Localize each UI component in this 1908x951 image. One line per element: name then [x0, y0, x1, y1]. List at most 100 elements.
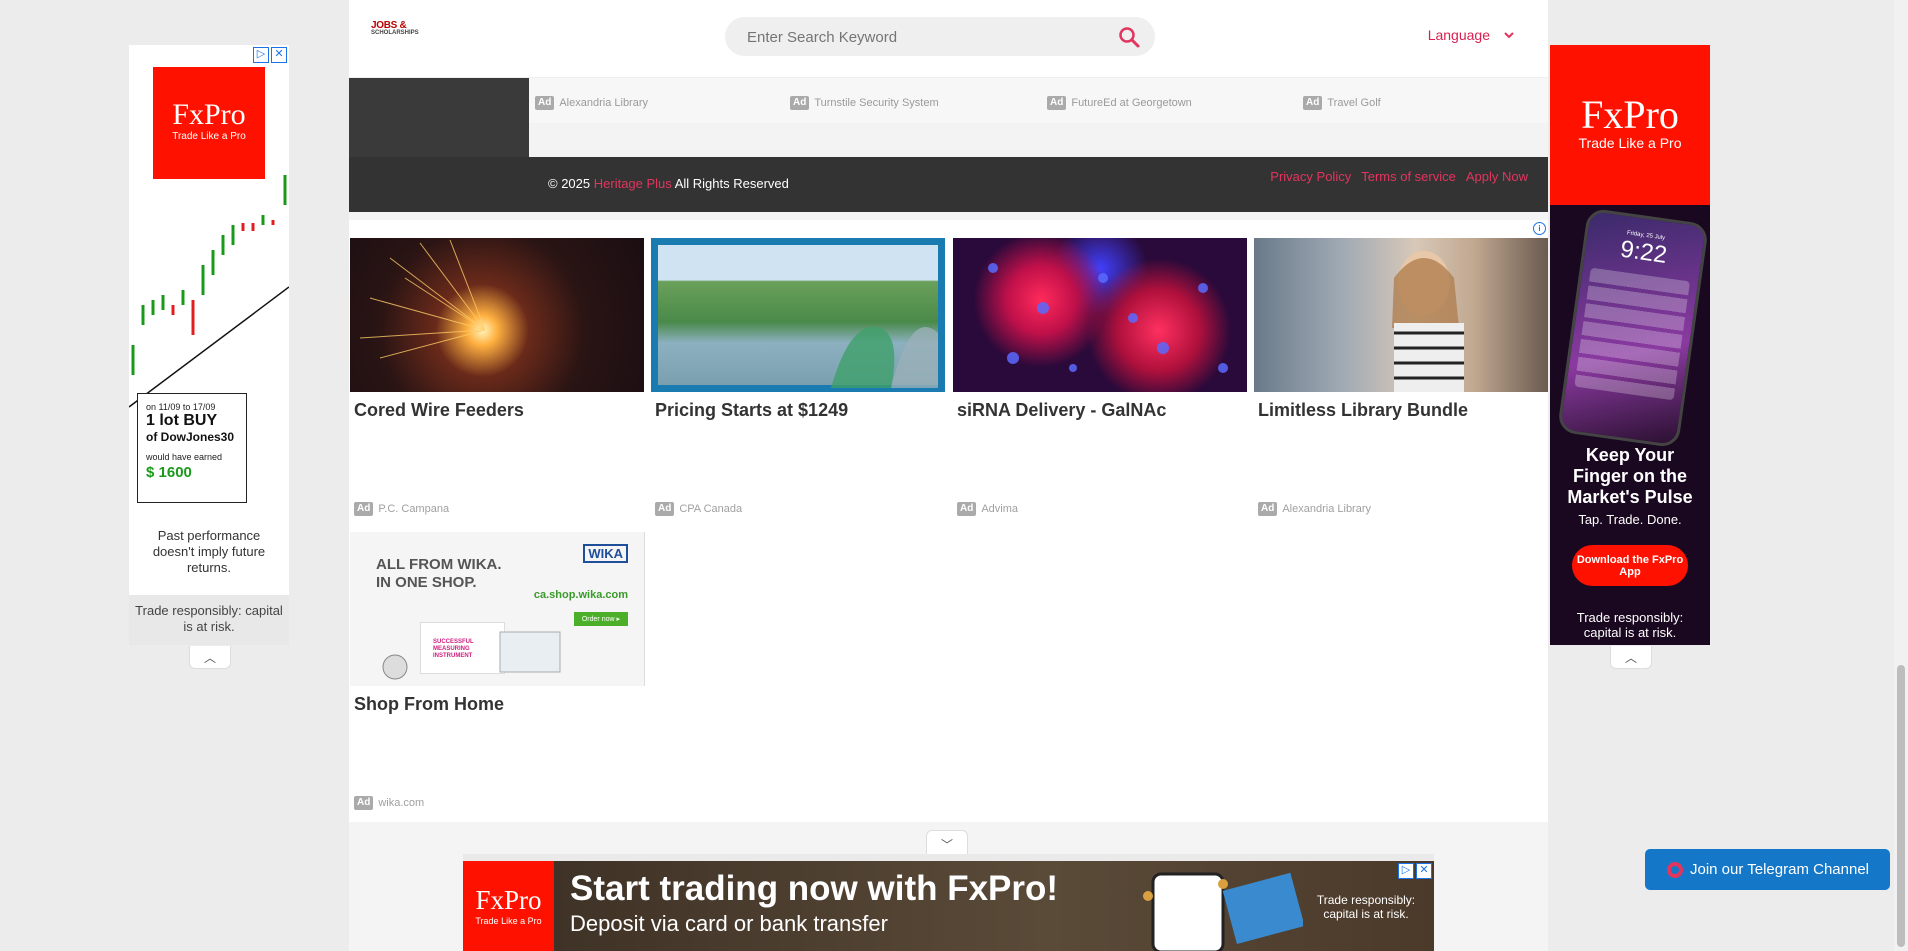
- fxpro-logo: FxPro Trade Like a Pro: [463, 861, 554, 951]
- ad-source: Ad Alexandria Library: [1258, 502, 1371, 516]
- phone-mockup: Friday, 25 July 9:22: [1556, 207, 1710, 449]
- date-range: on 11/09 to 17/09: [146, 402, 216, 412]
- sponsored-link-label: Turnstile Security System: [814, 97, 939, 109]
- download-app-button[interactable]: Download the FxPro App: [1572, 545, 1688, 586]
- ad-image-cells: [953, 238, 1247, 392]
- brand-link[interactable]: Heritage Plus: [594, 176, 672, 191]
- earnings-box: on 11/09 to 17/09 1 lot BUY of DowJones3…: [137, 393, 247, 503]
- apply-now-link[interactable]: Apply Now: [1466, 169, 1528, 184]
- search-bar: [725, 17, 1155, 56]
- ad-source: Ad Advima: [957, 502, 1018, 516]
- close-icon[interactable]: ✕: [271, 47, 287, 63]
- sponsored-band: [529, 123, 1548, 157]
- privacy-policy-link[interactable]: Privacy Policy: [1270, 169, 1351, 184]
- would-have-label: would have earned: [146, 452, 223, 462]
- ad-badge: Ad: [354, 796, 374, 810]
- ad-badge: Ad: [354, 502, 374, 516]
- ad-image-canal: [651, 238, 945, 392]
- lot-label: 1 lot BUY: [146, 412, 218, 429]
- scrollbar-thumb[interactable]: [1897, 665, 1905, 947]
- fxpro-tagline: Trade Like a Pro: [1578, 135, 1682, 151]
- bottom-ad-headline: Start trading now with FxPro!: [570, 869, 1059, 908]
- bottom-ad-frame: [463, 854, 1434, 861]
- chevron-down-icon: [1504, 32, 1514, 39]
- fxpro-logo: FxPro Trade Like a Pro: [1550, 45, 1710, 205]
- ad-title: Pricing Starts at $1249: [655, 400, 849, 420]
- fxpro-tagline: Trade Like a Pro: [475, 916, 542, 926]
- ad-image-wika: WIKA ALL FROM WIKA. IN ONE SHOP. ca.shop…: [350, 532, 645, 686]
- ad-image-student: [1254, 238, 1548, 392]
- copyright-prefix: © 2025: [548, 176, 591, 191]
- ad-card[interactable]: WIKA ALL FROM WIKA. IN ONE SHOP. ca.shop…: [350, 532, 645, 810]
- ad-choices[interactable]: ▷ ✕: [1398, 863, 1432, 879]
- page-scrollbar[interactable]: [1894, 0, 1908, 951]
- site-logo[interactable]: JOBS & SCHOLARSHIPS: [371, 20, 431, 50]
- right-side-ad[interactable]: ▷ ✕ FxPro Trade Like a Pro Friday, 25 Ju…: [1550, 45, 1710, 645]
- sponsored-link-label: FutureEd at Georgetown: [1071, 97, 1192, 109]
- ad-source-label: Advima: [981, 503, 1019, 515]
- ad-source-label: Alexandria Library: [1282, 503, 1371, 515]
- sponsored-link[interactable]: Ad FutureEd at Georgetown: [1047, 96, 1192, 110]
- ad-badge: Ad: [535, 96, 555, 110]
- bottom-banner-ad[interactable]: FxPro Trade Like a Pro Start trading now…: [463, 861, 1434, 951]
- ad-choices-icon[interactable]: ▷: [1398, 863, 1414, 879]
- chevron-down-icon: ﹀: [940, 837, 953, 852]
- ad-card[interactable]: Cored Wire Feeders Ad P.C. Campana: [350, 238, 644, 516]
- footer-links: Privacy Policy Terms of service Apply No…: [1270, 169, 1528, 184]
- ad-image-welding: [350, 238, 644, 392]
- ad-choices[interactable]: ▷ ✕: [253, 47, 287, 63]
- fxpro-brand: FxPro: [1581, 92, 1679, 137]
- language-selector[interactable]: Language: [1428, 27, 1514, 43]
- ad-badge: Ad: [1047, 96, 1067, 110]
- ad-source-label: wika.com: [378, 797, 425, 809]
- ad-card[interactable]: Limitless Library Bundle Ad Alexandria L…: [1254, 238, 1548, 516]
- ad-card[interactable]: siRNA Delivery - GalNAc Ad Advima: [953, 238, 1247, 516]
- ad-badge: Ad: [957, 502, 977, 516]
- chevron-up-icon: ︿: [203, 650, 216, 665]
- sponsored-link[interactable]: Ad Alexandria Library: [535, 96, 648, 110]
- instrument-label: of DowJones30: [146, 430, 235, 444]
- telegram-icon: [1667, 861, 1683, 878]
- join-telegram-button[interactable]: Join our Telegram Channel: [1645, 849, 1890, 890]
- copyright: © 2025 Heritage Plus All Rights Reserved: [548, 176, 789, 191]
- phone-notifications: [1574, 267, 1691, 401]
- risk-warning: Trade responsibly: capital is at risk.: [1576, 610, 1684, 640]
- chevron-up-icon: ︿: [1624, 650, 1637, 665]
- logo-line2: SCHOLARSHIPS: [371, 30, 419, 36]
- ad-source-label: CPA Canada: [679, 503, 743, 515]
- language-label: Language: [1427, 27, 1490, 43]
- left-side-ad[interactable]: ▷ ✕ FxPro Trade Like a Pro on 11/09 to 1…: [129, 45, 289, 645]
- dark-panel: [349, 78, 529, 157]
- site-footer: © 2025 Heritage Plus All Rights Reserved…: [349, 157, 1548, 212]
- risk-warning: Trade responsibly: capital is at risk.: [1316, 893, 1416, 921]
- terms-of-service-link[interactable]: Terms of service: [1361, 169, 1456, 184]
- sponsored-link-label: Travel Golf: [1327, 97, 1381, 109]
- search-icon[interactable]: [1117, 25, 1141, 49]
- collapse-left-ad-button[interactable]: ︿: [189, 646, 231, 669]
- price-chart: [129, 175, 289, 408]
- close-icon[interactable]: ✕: [1416, 863, 1432, 879]
- earned-amount: $ 1600: [146, 464, 192, 481]
- copyright-suffix: All Rights Reserved: [674, 176, 789, 191]
- ad-badge: Ad: [1258, 502, 1278, 516]
- ad-title: Limitless Library Bundle: [1258, 400, 1469, 420]
- ad-title: Shop From Home: [354, 694, 505, 714]
- sponsored-link-label: Alexandria Library: [559, 97, 648, 109]
- ad-badge: Ad: [1303, 96, 1323, 110]
- sponsored-link[interactable]: Ad Turnstile Security System: [790, 96, 939, 110]
- ad-title: Cored Wire Feeders: [354, 400, 524, 420]
- native-ads-grid: i Cored Wire Feeders Ad P.C. Campana Pri…: [349, 220, 1548, 822]
- search-input[interactable]: [745, 25, 1109, 49]
- ad-card[interactable]: Pricing Starts at $1249 Ad CPA Canada: [651, 238, 945, 516]
- ad-source: Ad P.C. Campana: [354, 502, 449, 516]
- ad-info-icon[interactable]: i: [1533, 222, 1546, 235]
- ad-choices-icon[interactable]: ▷: [253, 47, 269, 63]
- right-ad-sub: Tap. Trade. Done.: [1578, 512, 1682, 527]
- fxpro-logo: FxPro Trade Like a Pro: [153, 67, 265, 179]
- bottom-ad-sub: Deposit via card or bank transfer: [570, 911, 888, 936]
- ad-title: siRNA Delivery - GalNAc: [957, 400, 1167, 420]
- sponsored-link[interactable]: Ad Travel Golf: [1303, 96, 1381, 110]
- collapse-right-ad-button[interactable]: ︿: [1610, 646, 1652, 669]
- ad-source: Ad wika.com: [354, 796, 424, 810]
- site-header: JOBS & SCHOLARSHIPS Language: [349, 0, 1548, 78]
